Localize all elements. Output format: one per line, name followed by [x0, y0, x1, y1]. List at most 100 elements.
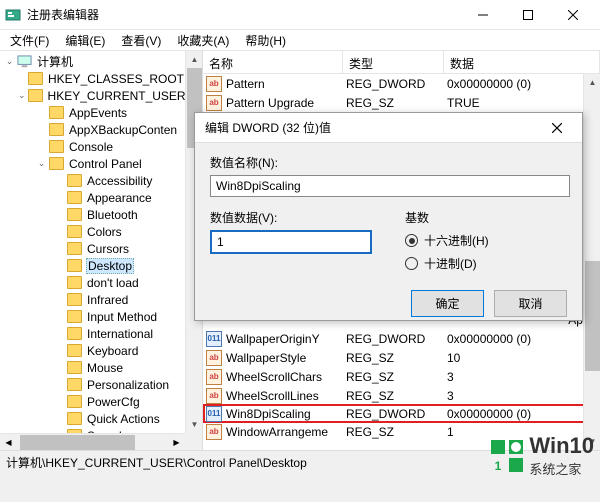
tree-node[interactable]: Cursors: [0, 240, 184, 257]
folder-icon: [67, 191, 82, 204]
tree-node[interactable]: Accessibility: [0, 172, 184, 189]
reg-dword-icon: 011: [206, 331, 222, 347]
tree-node-label: International: [86, 327, 153, 341]
radio-icon: [405, 257, 418, 270]
dialog-titlebar: 编辑 DWORD (32 位)值: [195, 113, 582, 143]
ok-button[interactable]: 确定: [411, 290, 484, 317]
list-row[interactable]: abPatternREG_DWORD0x00000000 (0): [203, 74, 600, 93]
radio-icon: [405, 234, 418, 247]
tree-node[interactable]: Desktop: [0, 257, 184, 274]
tree-node-label: Infrared: [86, 293, 128, 307]
cancel-button[interactable]: 取消: [494, 290, 567, 317]
watermark: 1 Win10 系统之家: [489, 433, 594, 478]
folder-icon: [67, 242, 82, 255]
reg-sz-icon: ab: [206, 388, 222, 404]
tree-node-label: Quick Actions: [86, 412, 160, 426]
statusbar-path: 计算机\HKEY_CURRENT_USER\Control Panel\Desk…: [6, 456, 307, 470]
tree-node[interactable]: Mouse: [0, 359, 184, 376]
reg-sz-icon: ab: [206, 95, 222, 111]
tree-node[interactable]: Appearance: [0, 189, 184, 206]
menubar: 文件(F) 编辑(E) 查看(V) 收藏夹(A) 帮助(H): [0, 30, 600, 51]
list-scrollbar-thumb[interactable]: [585, 261, 600, 371]
list-row[interactable]: 011Win8DpiScalingREG_DWORD0x00000000 (0): [203, 404, 600, 423]
folder-icon: [67, 276, 82, 289]
tree-node[interactable]: Colors: [0, 223, 184, 240]
tree-root[interactable]: ⌄ 计算机: [0, 53, 184, 70]
radio-label: 十进制(D): [424, 255, 477, 272]
window-maximize-button[interactable]: [505, 0, 550, 30]
window-close-button[interactable]: [550, 0, 595, 30]
list-row[interactable]: abWheelScrollCharsREG_SZ3: [203, 367, 600, 386]
radix-hex-radio[interactable]: 十六进制(H): [405, 232, 489, 249]
tree-node[interactable]: Input Method: [0, 308, 184, 325]
tree-node-label: AppXBackupConten: [68, 123, 177, 137]
tree-node[interactable]: ⌄Control Panel: [0, 155, 184, 172]
reg-sz-icon: ab: [206, 350, 222, 366]
folder-icon: [67, 310, 82, 323]
scroll-left-icon[interactable]: ◀: [0, 434, 17, 450]
list-row[interactable]: abWheelScrollLinesREG_SZ3: [203, 386, 600, 405]
list-cell-type: REG_DWORD: [346, 332, 447, 346]
menu-file[interactable]: 文件(F): [2, 30, 57, 51]
column-header-data[interactable]: 数据: [444, 51, 600, 73]
tree-node[interactable]: International: [0, 325, 184, 342]
menu-view[interactable]: 查看(V): [113, 30, 169, 51]
registry-tree[interactable]: ⌄ 计算机 HKEY_CLASSES_ROOT ⌄ HKEY_CURRENT_USE…: [0, 51, 184, 446]
dialog-title: 编辑 DWORD (32 位)值: [205, 119, 542, 136]
list-cell-type: REG_SZ: [346, 96, 447, 110]
tree-node[interactable]: Infrared: [0, 291, 184, 308]
menu-favorites[interactable]: 收藏夹(A): [169, 30, 237, 51]
tree-horizontal-scrollbar[interactable]: ◀ ▶: [0, 433, 185, 450]
list-row[interactable]: abPattern UpgradeREG_SZTRUE: [203, 93, 600, 112]
list-cell-data: 0x00000000 (0): [447, 77, 600, 91]
tree-node[interactable]: Quick Actions: [0, 410, 184, 427]
menu-edit[interactable]: 编辑(E): [57, 30, 113, 51]
column-header-name[interactable]: 名称: [203, 51, 343, 73]
list-cell-data: 10: [447, 351, 600, 365]
scroll-right-icon[interactable]: ▶: [168, 434, 185, 450]
tree-node[interactable]: Bluetooth: [0, 206, 184, 223]
tree-node[interactable]: HKEY_CLASSES_ROOT: [0, 70, 184, 87]
radix-dec-radio[interactable]: 十进制(D): [405, 255, 489, 272]
list-vertical-scrollbar[interactable]: ▲ ▼: [583, 74, 600, 450]
folder-icon: [49, 140, 64, 153]
folder-icon: [49, 106, 64, 119]
tree-node[interactable]: AppXBackupConten: [0, 121, 184, 138]
list-header: 名称 类型 数据: [203, 51, 600, 74]
tree-node[interactable]: ⌄ HKEY_CURRENT_USER: [0, 87, 184, 104]
reg-dword-icon: 011: [206, 406, 222, 422]
tree-node[interactable]: Personalization: [0, 376, 184, 393]
tree-node[interactable]: AppEvents: [0, 104, 184, 121]
scroll-up-icon[interactable]: ▲: [584, 74, 600, 91]
scroll-up-icon[interactable]: ▲: [186, 51, 203, 68]
menu-help[interactable]: 帮助(H): [237, 30, 294, 51]
list-row[interactable]: 011WallpaperOriginYREG_DWORD0x00000000 (…: [203, 329, 600, 348]
list-cell-type: REG_SZ: [346, 389, 447, 403]
reg-sz-icon: ab: [206, 76, 222, 92]
window-minimize-button[interactable]: [460, 0, 505, 30]
tree-node-label: HKEY_CURRENT_USER: [47, 89, 186, 103]
list-cell-data: TRUE: [447, 96, 600, 110]
folder-icon: [28, 72, 43, 85]
scroll-down-icon[interactable]: ▼: [186, 416, 203, 433]
list-row[interactable]: abWallpaperStyleREG_SZ10: [203, 348, 600, 367]
dialog-close-button[interactable]: [542, 113, 572, 143]
list-cell-data: 0x00000000 (0): [447, 332, 600, 346]
tree-node[interactable]: PowerCfg: [0, 393, 184, 410]
column-header-type[interactable]: 类型: [343, 51, 444, 73]
folder-icon: [49, 123, 64, 136]
tree-node[interactable]: Keyboard: [0, 342, 184, 359]
tree-hscrollbar-thumb[interactable]: [20, 435, 135, 450]
value-name-input[interactable]: Win8DpiScaling: [210, 175, 570, 197]
value-data-input[interactable]: 1: [210, 230, 372, 254]
folder-icon: [67, 293, 82, 306]
tree-expand-icon[interactable]: ⌄: [36, 158, 47, 169]
tree-node-label: Desktop: [86, 258, 134, 274]
list-cell-type: REG_DWORD: [346, 407, 447, 421]
tree-node[interactable]: don't load: [0, 274, 184, 291]
tree-expand-icon[interactable]: ⌄: [18, 90, 26, 101]
tree-expand-icon[interactable]: ⌄: [4, 56, 15, 67]
folder-icon: [67, 259, 82, 272]
list-cell-name: WallpaperStyle: [226, 351, 346, 365]
tree-node[interactable]: Console: [0, 138, 184, 155]
